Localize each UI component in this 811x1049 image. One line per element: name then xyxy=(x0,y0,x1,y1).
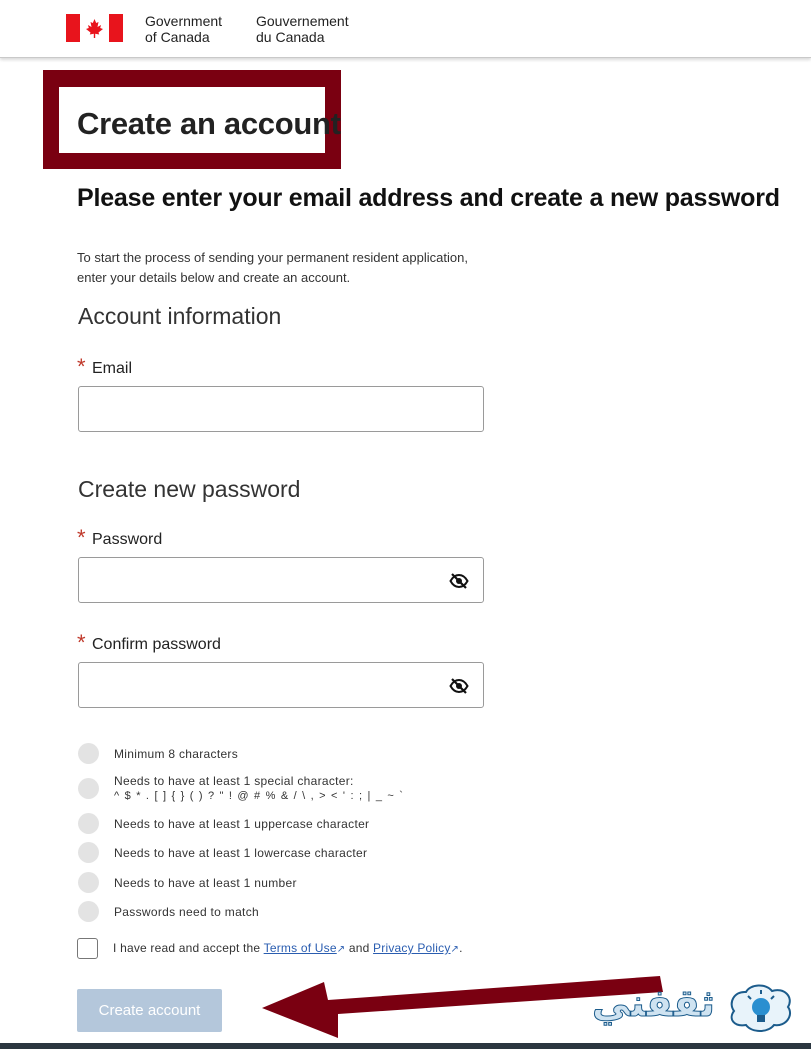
email-label: Email xyxy=(92,360,133,377)
site-header: Government of Canada Gouvernement du Can… xyxy=(0,0,811,58)
confirm-password-field-wrapper xyxy=(78,662,484,708)
create-account-button[interactable]: Create account xyxy=(77,989,222,1032)
confirm-password-label: Confirm password xyxy=(92,636,221,653)
government-of-canada-fr[interactable]: Gouvernement du Canada xyxy=(256,13,349,45)
rule-status-icon xyxy=(78,778,99,799)
gov-fr-line1: Gouvernement xyxy=(256,13,349,29)
email-required-marker: * xyxy=(77,354,86,379)
gov-en-line1: Government xyxy=(145,13,223,29)
page-title: Create an account xyxy=(77,106,341,141)
password-label: Password xyxy=(92,531,163,548)
page-subtitle: Please enter your email address and crea… xyxy=(77,184,780,212)
account-info-heading: Account information xyxy=(78,303,282,329)
terms-prefix: I have read and accept the xyxy=(113,941,261,955)
password-input[interactable] xyxy=(79,558,483,602)
eye-slash-icon[interactable] xyxy=(449,572,469,590)
rule-text: Passwords need to match xyxy=(114,905,259,919)
canada-flag-icon xyxy=(66,14,123,42)
privacy-policy-link[interactable]: Privacy Policy xyxy=(373,941,450,955)
rule-status-icon xyxy=(78,743,99,764)
terms-text: I have read and accept the Terms of Use↗… xyxy=(113,941,463,955)
terms-of-use-link[interactable]: Terms of Use xyxy=(264,941,337,955)
rule-status-icon xyxy=(78,901,99,922)
rule-text: Needs to have at least 1 uppercase chara… xyxy=(114,817,370,831)
gov-en-line2: of Canada xyxy=(145,29,210,45)
external-link-icon: ↗ xyxy=(450,944,460,955)
create-password-heading: Create new password xyxy=(78,476,301,502)
email-field-wrapper xyxy=(78,386,484,432)
watermark-text: ثقفني xyxy=(592,981,716,1026)
gov-fr-line2: du Canada xyxy=(256,29,325,45)
government-of-canada-en[interactable]: Government of Canada xyxy=(145,13,222,45)
rule-text: Needs to have at least 1 special charact… xyxy=(114,774,354,788)
rule-text: Needs to have at least 1 lowercase chara… xyxy=(114,846,368,860)
rule-text: Minimum 8 characters xyxy=(114,747,239,761)
rule-text: Needs to have at least 1 number xyxy=(114,876,297,890)
terms-suffix: . xyxy=(459,941,463,955)
password-field-wrapper xyxy=(78,557,484,603)
rule-status-icon xyxy=(78,842,99,863)
intro-text: To start the process of sending your per… xyxy=(77,248,547,288)
terms-and: and xyxy=(348,941,370,955)
external-link-icon: ↗ xyxy=(336,944,346,955)
confirm-required-marker: * xyxy=(77,630,86,655)
email-input[interactable] xyxy=(79,387,483,431)
terms-checkbox[interactable] xyxy=(77,938,98,959)
intro-line-2: enter your details below and create an a… xyxy=(77,270,351,285)
bottom-bar xyxy=(0,1043,811,1049)
intro-line-1: To start the process of sending your per… xyxy=(77,250,468,265)
confirm-password-input[interactable] xyxy=(79,663,483,707)
watermark-logo: ثقفني xyxy=(592,975,802,1039)
rule-special-chars: ^ $ * . [ ] { } ( ) ? " ! @ # % & / \ , … xyxy=(114,790,405,802)
rule-status-icon xyxy=(78,872,99,893)
rule-status-icon xyxy=(78,813,99,834)
password-required-marker: * xyxy=(77,525,86,550)
lightbulb-icon xyxy=(730,984,792,1032)
eye-slash-icon[interactable] xyxy=(449,677,469,695)
